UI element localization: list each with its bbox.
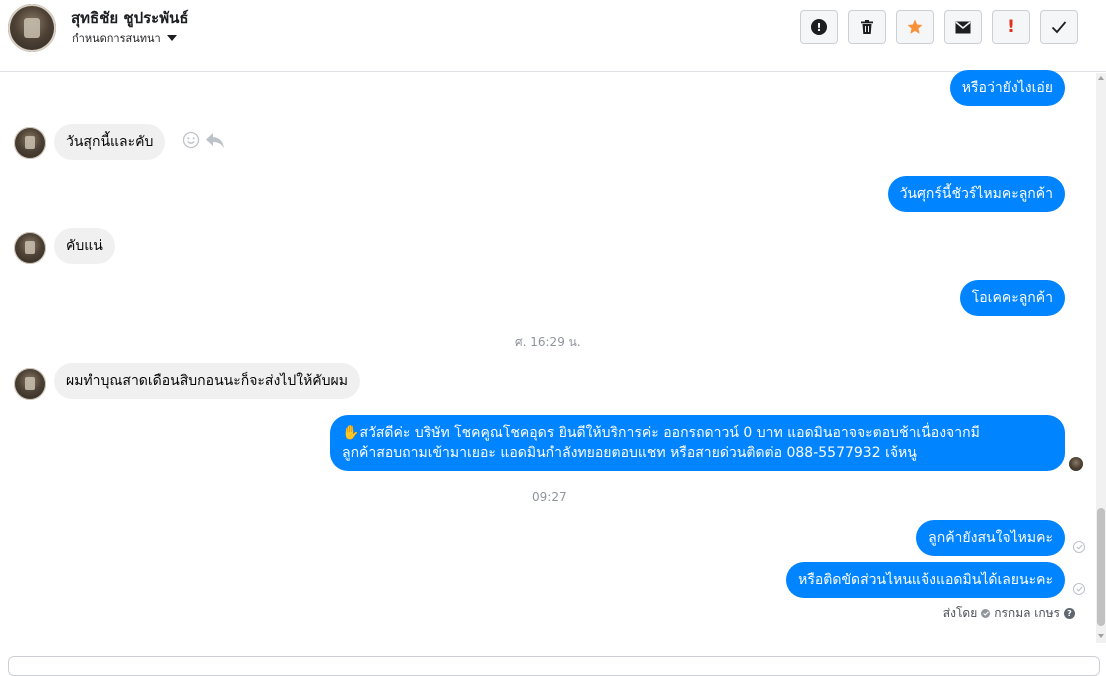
check-circle-icon (981, 609, 991, 618)
envelope-icon (955, 21, 971, 33)
scroll-up-arrow-icon[interactable] (1098, 76, 1104, 80)
sent-check-icon (1073, 583, 1085, 595)
raised-hand-emoji: ✋ (342, 425, 360, 441)
spam-button[interactable]: ! (800, 10, 838, 44)
reply-arrow-icon[interactable] (205, 131, 225, 149)
schedule-label: กำหนดการสนทนา (72, 32, 161, 45)
message-bubble-outgoing[interactable]: วันศุกร์นี้ชัวร์ไหมคะลูกค้า (887, 176, 1065, 212)
message-bubble-outgoing[interactable]: หรือว่ายังไงเอ่ย (949, 70, 1065, 106)
help-icon[interactable]: ? (1064, 608, 1075, 619)
mark-unread-button[interactable] (944, 10, 982, 44)
mark-done-button[interactable] (1040, 10, 1078, 44)
star-button[interactable] (896, 10, 934, 44)
contact-name[interactable]: สุทธิชัย ชูประพันธ์ (71, 6, 189, 30)
exclamation-circle-icon: ! (811, 19, 827, 35)
scroll-down-arrow-icon[interactable] (1098, 634, 1104, 638)
message-timestamp: 09:27 (532, 490, 567, 504)
seen-avatar (1069, 457, 1083, 471)
conversation-header: สุทธิชัย ชูประพันธ์ กำหนดการสนทนา ! ! (0, 0, 1106, 72)
message-bubble-incoming[interactable]: ผมทำบุณสาดเดือนสิบกอนนะก็จะส่งไปให้คับผม (54, 363, 360, 399)
sent-by-info: ส่งโดย กรกมล เกษร ? (943, 604, 1075, 623)
caret-down-icon (166, 35, 177, 41)
red-exclamation-icon: ! (1007, 17, 1015, 37)
contact-avatar-small[interactable] (14, 127, 46, 159)
contact-avatar-small[interactable] (14, 368, 46, 400)
message-bubble-outgoing-long[interactable]: ✋สวัสดีค่ะ บริษัท โชคคูณโชคอุดร ยินดีให้… (330, 415, 1065, 471)
trash-icon (861, 20, 873, 34)
schedule-dropdown[interactable]: กำหนดการสนทนา (72, 29, 177, 47)
sent-check-icon (1073, 541, 1085, 553)
message-timestamp: ศ. 16:29 น. (515, 335, 581, 349)
star-icon (907, 19, 923, 34)
message-bubble-incoming[interactable]: วันสุกนี้และคับ (54, 124, 166, 160)
message-bubble-incoming[interactable]: คับแน่ (54, 228, 115, 264)
sent-by-name[interactable]: กรกมล เกษร (994, 604, 1060, 623)
contact-avatar[interactable] (8, 4, 56, 52)
contact-avatar-small[interactable] (14, 232, 46, 264)
message-bubble-outgoing[interactable]: หรือติดขัดส่วนไหนแจ้งแอดมินได้เลยนะคะ (786, 562, 1065, 598)
follow-up-button[interactable]: ! (992, 10, 1030, 44)
message-bubble-outgoing[interactable]: ลูกค้ายังสนใจไหมคะ (916, 520, 1065, 556)
scrollbar-thumb[interactable] (1097, 508, 1105, 626)
delete-button[interactable] (848, 10, 886, 44)
message-line: สวัสดีค่ะ บริษัท โชคคูณโชคอุดร ยินดีให้บ… (359, 425, 980, 441)
message-bubble-outgoing[interactable]: โอเคคะลูกค้า (959, 280, 1065, 316)
checkmark-icon (1051, 21, 1067, 34)
message-line: ลูกค้าสอบถามเข้ามาเยอะ แอดมินกำลังทยอยตอ… (342, 445, 917, 461)
smiley-reaction-icon[interactable] (182, 131, 200, 149)
sent-by-label: ส่งโดย (942, 606, 978, 620)
message-composer[interactable] (8, 656, 1100, 676)
